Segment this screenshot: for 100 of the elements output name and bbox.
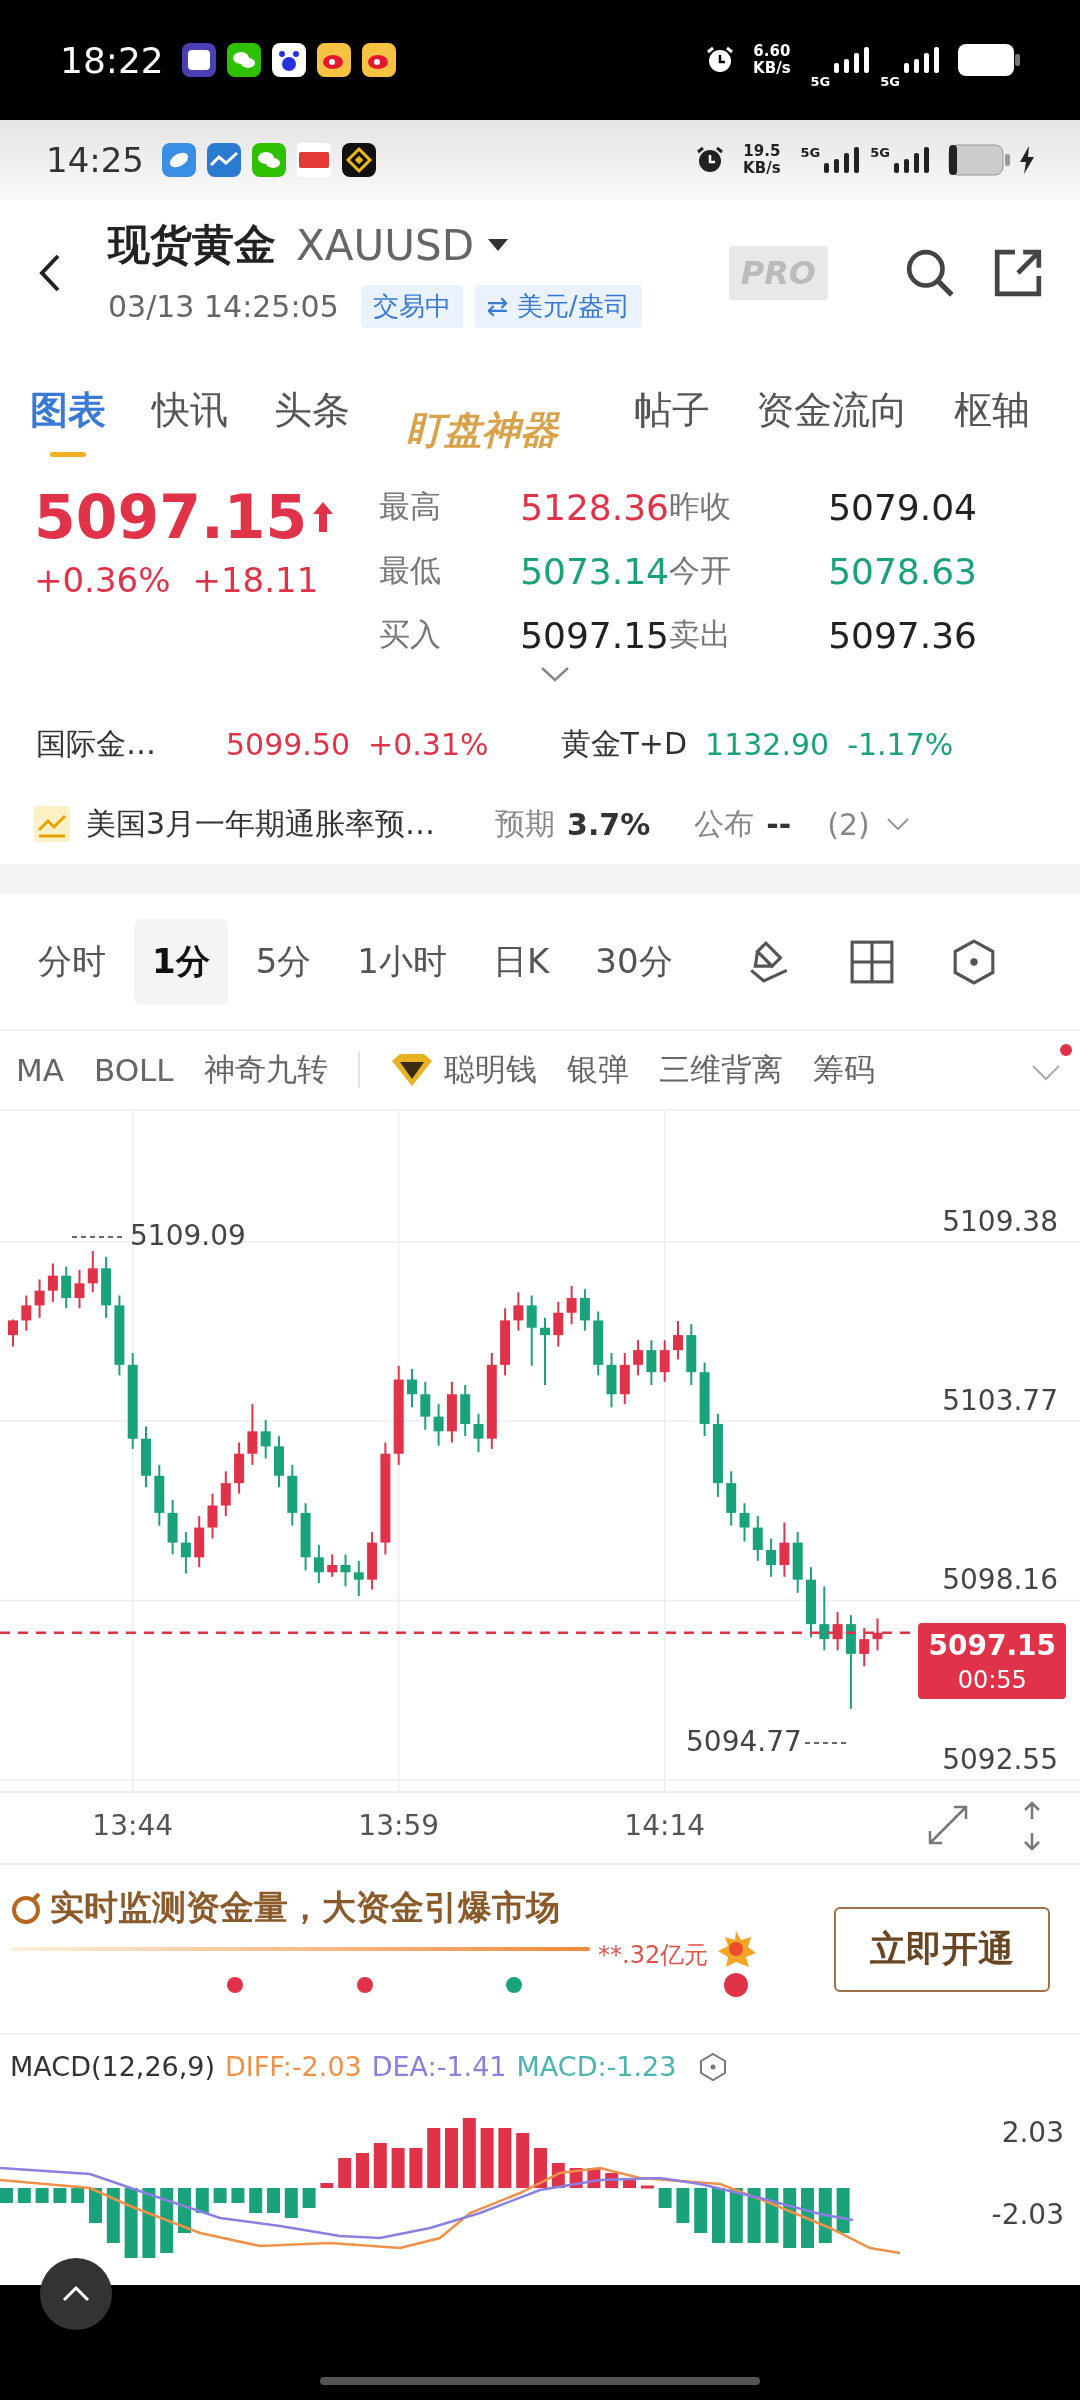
histogram-bar: [267, 2188, 280, 2213]
histogram-bar: [462, 2118, 476, 2188]
tab[interactable]: 帖子: [634, 385, 710, 457]
dea-value: DEA:-1.41: [371, 2051, 507, 2082]
network-type: 5G: [800, 145, 821, 160]
indicator-tab[interactable]: 三维背离: [658, 1049, 783, 1091]
activate-button[interactable]: 立即开通: [834, 1907, 1050, 1992]
tab[interactable]: 快讯: [152, 385, 228, 457]
signal-icon: [824, 147, 861, 173]
interval-tab[interactable]: 日K: [474, 918, 568, 1005]
histogram-bar: [89, 2188, 102, 2223]
interval-tab[interactable]: 30分: [577, 918, 691, 1005]
candlestick: [353, 1559, 364, 1597]
candlestick: [673, 1320, 683, 1361]
interval-tab[interactable]: 1小时: [339, 918, 465, 1005]
histogram-bar: [427, 2128, 441, 2188]
interval-tab[interactable]: 5分: [237, 918, 330, 1005]
related-change: +0.31%: [368, 726, 489, 762]
histogram-bar: [302, 2188, 316, 2208]
histogram-bar: [480, 2128, 494, 2188]
current-price: 5097.15: [928, 1628, 1056, 1664]
candlestick: [407, 1368, 417, 1409]
change-value: +18.11: [192, 560, 319, 600]
macd-axis-label: -2.03: [991, 2198, 1064, 2231]
charging-icon: [1020, 146, 1034, 174]
app-icon: [361, 43, 396, 77]
candlestick: [260, 1419, 271, 1460]
histogram-bar: [729, 2188, 743, 2243]
related-name[interactable]: 黄金T+D: [560, 723, 688, 765]
expand-icon[interactable]: [926, 1803, 970, 1847]
related-price: 1132.90: [705, 726, 830, 762]
indicator-tab[interactable]: MA: [16, 1052, 64, 1088]
trend-chart-icon: [34, 806, 70, 842]
settings-icon[interactable]: [698, 2051, 729, 2082]
quote-time: 03/13 14:25:05: [108, 289, 339, 324]
instrument-symbol[interactable]: XAUUSD: [296, 220, 474, 270]
unit-badge[interactable]: ⇄ 美元/盎司: [474, 285, 642, 328]
histogram-bar: [249, 2188, 263, 2213]
chevron-down-icon[interactable]: [540, 666, 570, 682]
histogram-bar: [765, 2188, 779, 2243]
indicator-tab[interactable]: 聪明钱: [443, 1049, 537, 1091]
instrument-name: 现货黄金: [108, 219, 276, 271]
candlestick: [340, 1553, 351, 1588]
paw-app-icon: [271, 43, 306, 77]
histogram-bar: [747, 2188, 761, 2243]
candlestick: [180, 1531, 191, 1575]
alarm-clock-icon: [705, 45, 736, 75]
price-axis-label: 5092.55: [942, 1742, 1058, 1776]
histogram-bar: [284, 2188, 298, 2218]
event-title[interactable]: 美国3月一年期通胀率预…: [86, 803, 436, 845]
indicator-tab[interactable]: 银弹: [566, 1049, 629, 1091]
indicator-tab[interactable]: BOLL: [93, 1052, 174, 1088]
histogram-bar: [320, 2183, 334, 2188]
app-icon: [297, 143, 331, 177]
histogram-bar: [71, 2188, 85, 2203]
grid-icon[interactable]: [848, 938, 895, 985]
candlestick: [327, 1553, 338, 1578]
notification-dot: [1060, 1044, 1072, 1056]
chevron-down-icon[interactable]: [885, 817, 910, 831]
expected-value: 3.7%: [567, 806, 651, 842]
indicator-tab[interactable]: 筹码: [812, 1049, 875, 1091]
network-speed: 6.60 KB/s: [753, 43, 791, 77]
tab[interactable]: 图表: [30, 385, 106, 457]
related-change: -1.17%: [847, 726, 954, 762]
app-icon: [162, 143, 196, 177]
candlestick: [420, 1380, 431, 1431]
candlestick: [553, 1300, 564, 1348]
histogram-bar: [801, 2188, 814, 2248]
back-icon[interactable]: [38, 252, 62, 293]
candlestick: [779, 1521, 790, 1578]
vertical-arrows-icon[interactable]: [1022, 1801, 1042, 1851]
diamond-app-icon: [342, 143, 376, 177]
candlestick: [859, 1626, 870, 1668]
stat-value: 5097.15: [519, 614, 669, 656]
stat-label: 今开: [669, 551, 732, 590]
network-speed: 19.5 KB/s: [743, 143, 781, 177]
candlestick: [646, 1339, 657, 1386]
app-icon: [316, 43, 351, 77]
interval-tab[interactable]: 1分: [134, 918, 228, 1005]
macd-value: MACD:-1.23: [516, 2051, 677, 2082]
chat-app-icon: [252, 143, 286, 177]
interval-tab[interactable]: 分时: [20, 918, 124, 1005]
caret-icon[interactable]: [488, 239, 508, 251]
published-value: --: [766, 806, 792, 842]
related-name[interactable]: 国际金…: [36, 723, 208, 765]
indicator-tab[interactable]: 神奇九转: [203, 1049, 328, 1091]
histogram-bar: [338, 2158, 352, 2188]
price-axis-label: 5098.16: [942, 1563, 1058, 1597]
histogram-bar: [712, 2188, 725, 2243]
candlestick: [207, 1492, 218, 1540]
candlestick: [513, 1291, 524, 1332]
tab[interactable]: 枢轴: [954, 385, 1030, 457]
stat-label: 买入: [379, 615, 442, 654]
tab[interactable]: 头条: [274, 385, 350, 457]
histogram-bar: [356, 2153, 369, 2188]
network-type: 5G: [810, 73, 831, 89]
stat-label: 最高: [379, 487, 442, 526]
expected-label: 预期: [495, 804, 556, 843]
tab[interactable]: 资金流向: [756, 385, 908, 457]
histogram-bar: [658, 2188, 672, 2208]
